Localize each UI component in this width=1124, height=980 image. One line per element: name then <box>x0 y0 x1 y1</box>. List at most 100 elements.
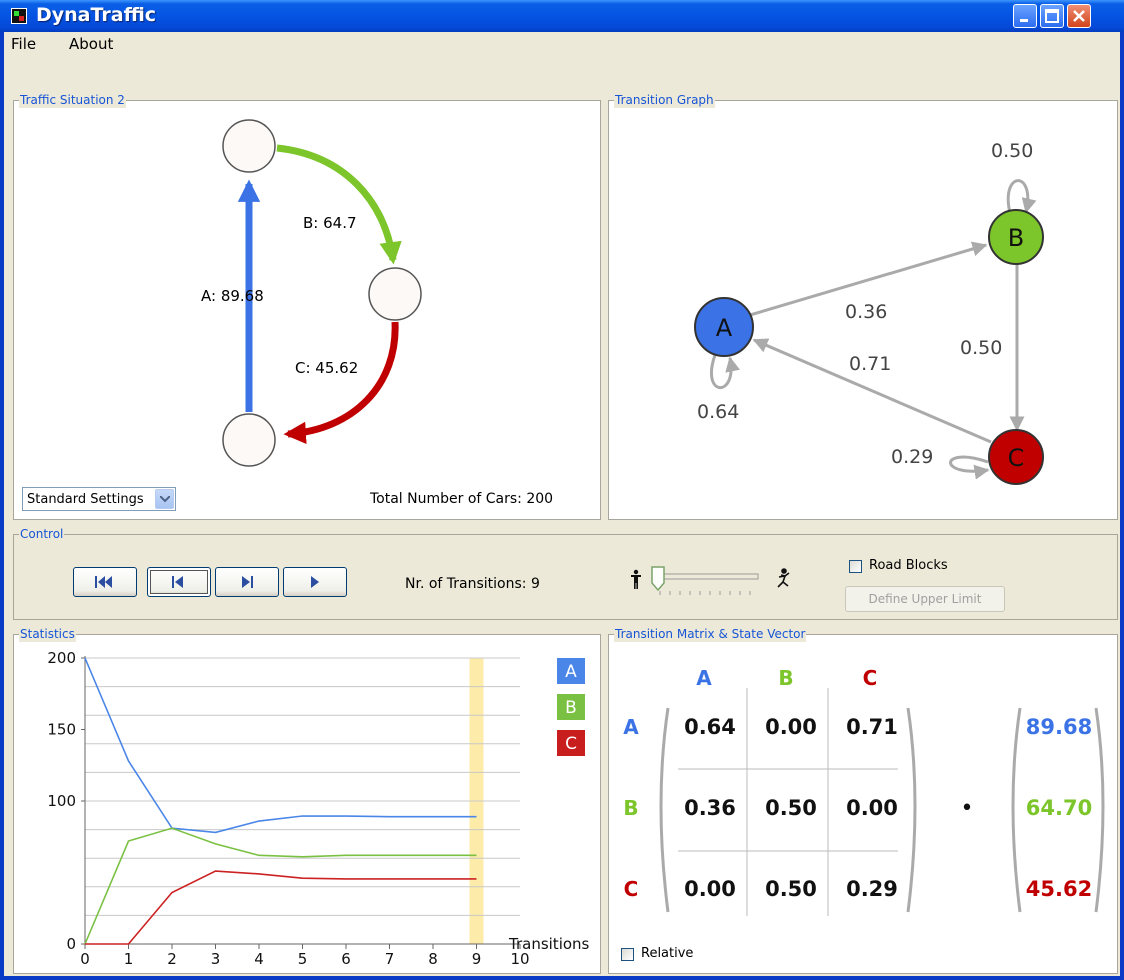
loop-b <box>1006 179 1037 214</box>
slider-thumb[interactable] <box>651 566 665 592</box>
label-c-c: 0.29 <box>891 446 933 468</box>
edge-b-label: B: 64.7 <box>303 214 357 232</box>
edge-c-label: C: 45.62 <box>295 359 358 377</box>
step-forward-button[interactable] <box>215 567 279 597</box>
matrix-right-paren <box>906 707 917 913</box>
label-b-b: 0.50 <box>991 140 1033 162</box>
col-header-b: B <box>778 666 793 690</box>
total-cars-label: Total Number of Cars: 200 <box>370 491 554 507</box>
vector-right-paren <box>1094 707 1105 913</box>
matrix-cell-cc: 0.29 <box>846 877 898 901</box>
play-icon <box>311 576 319 588</box>
x-tick-label: 0 <box>80 950 90 968</box>
traffic-diagram: A: 89.68 B: 64.7 C: 45.62 <box>201 119 422 467</box>
control-panel-title: Control <box>19 526 65 542</box>
matrix-cell-ac: 0.71 <box>846 715 898 739</box>
road-edge-c <box>283 321 399 445</box>
x-tick-label: 9 <box>472 950 482 968</box>
dropdown-arrow[interactable] <box>155 489 174 509</box>
x-tick-label: 5 <box>298 950 308 968</box>
road-node-bottom <box>222 413 276 467</box>
y-tick-label: 200 <box>47 649 76 667</box>
vector-value-a: 89.68 <box>1026 715 1092 739</box>
x-tick-label: 2 <box>167 950 177 968</box>
label-a-b: 0.36 <box>845 301 887 323</box>
matrix-cell-aa: 0.64 <box>684 715 736 739</box>
col-header-c: C <box>863 666 878 690</box>
step-back-button[interactable] <box>147 567 211 597</box>
y-tick-label: 100 <box>47 792 76 810</box>
matrix-cell-cb: 0.50 <box>765 877 817 901</box>
x-tick-label: 6 <box>341 950 351 968</box>
col-header-a: A <box>696 666 712 690</box>
minimize-icon <box>1020 19 1028 22</box>
row-header-a: A <box>623 715 639 739</box>
road-blocks-checkbox[interactable] <box>849 560 862 573</box>
graph-node-a-label: A <box>716 314 733 342</box>
window-title: DynaTraffic <box>36 4 157 26</box>
edge-a-label: A: 89.68 <box>201 287 264 305</box>
transitions-count: Nr. of Transitions: 9 <box>405 576 540 592</box>
step-forward-icon <box>242 576 253 588</box>
vector-value-b: 64.70 <box>1026 796 1092 820</box>
vector-value-c: 45.62 <box>1026 877 1092 901</box>
speed-slider[interactable] <box>630 563 798 601</box>
running-person-icon <box>777 568 790 588</box>
vector-left-paren <box>1011 707 1022 913</box>
play-button[interactable] <box>283 567 347 597</box>
label-c-a: 0.71 <box>849 353 891 375</box>
x-tick-label: 1 <box>124 950 134 968</box>
chevron-down-icon <box>160 496 170 503</box>
legend-b: B <box>556 693 586 721</box>
matrix-cell-bc: 0.00 <box>846 796 898 820</box>
x-axis-label: Transitions <box>508 935 590 953</box>
matrix-cell-ca: 0.00 <box>684 877 736 901</box>
road-blocks-label: Road Blocks <box>869 558 948 573</box>
y-tick-label: 0 <box>66 935 76 953</box>
relative-checkbox[interactable] <box>621 948 634 961</box>
matrix-left-paren <box>659 707 670 913</box>
rewind-to-start-icon <box>95 576 112 588</box>
x-tick-label: 3 <box>211 950 221 968</box>
y-tick-label: 150 <box>47 721 76 739</box>
row-header-c: C <box>624 877 639 901</box>
settings-dropdown-value: Standard Settings <box>27 492 144 507</box>
road-node-top <box>222 119 276 173</box>
matrix-cell-ab: 0.00 <box>765 715 817 739</box>
series-line-a <box>84 657 477 834</box>
graph-node-b-label: B <box>1008 224 1024 252</box>
matrix-cell-ba: 0.36 <box>684 796 736 820</box>
road-node-right <box>368 267 422 321</box>
multiplication-dot: • <box>961 796 974 821</box>
slider-track[interactable] <box>655 573 759 580</box>
app-icon <box>11 8 27 24</box>
title-bar[interactable]: DynaTraffic <box>0 0 1124 32</box>
x-tick-label: 7 <box>385 950 395 968</box>
settings-dropdown[interactable]: Standard Settings <box>22 487 176 511</box>
menu-about[interactable]: About <box>69 35 113 53</box>
walking-person-icon <box>631 569 641 589</box>
statistics-chart: 01001502000 1 2 3 4 5 6 7 8 9 10Transitions <box>47 649 590 968</box>
matrix-cell-bb: 0.50 <box>765 796 817 820</box>
step-back-icon <box>172 576 183 588</box>
rewind-button[interactable] <box>73 567 137 597</box>
legend-c: C <box>556 729 586 757</box>
matrix-display: A B C A B C 0.64 0.00 0.71 0.36 0.50 0.0… <box>623 666 1105 916</box>
maximize-button[interactable] <box>1040 4 1064 28</box>
legend-a: A <box>556 657 586 685</box>
menu-bar: File About <box>4 32 1120 54</box>
loop-a <box>709 354 740 390</box>
maximize-icon <box>1045 9 1059 23</box>
define-upper-limit-button[interactable]: Define Upper Limit <box>845 586 1005 612</box>
road-edge-b <box>276 144 402 265</box>
minimize-button[interactable] <box>1013 4 1037 28</box>
series-line-c <box>85 870 477 945</box>
relative-label: Relative <box>641 946 694 961</box>
graph-node-c-label: C <box>1008 444 1025 472</box>
close-icon <box>1073 10 1085 22</box>
close-button[interactable] <box>1067 4 1091 28</box>
label-a-a: 0.64 <box>697 401 739 423</box>
menu-file[interactable]: File <box>11 35 36 53</box>
row-header-b: B <box>623 796 638 820</box>
transition-graph: A B C 0.64 0.36 0.50 0.50 0.71 0.29 <box>694 140 1044 485</box>
